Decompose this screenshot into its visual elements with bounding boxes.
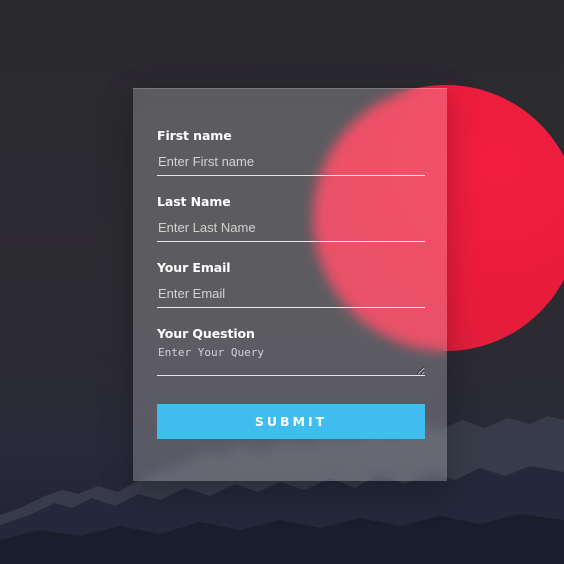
question-textarea[interactable] xyxy=(157,345,425,376)
first-name-label: First name xyxy=(157,128,232,143)
last-name-label: Last Name xyxy=(157,194,231,209)
last-name-input[interactable] xyxy=(157,214,425,242)
question-label: Your Question xyxy=(157,326,255,341)
email-input[interactable] xyxy=(157,280,425,308)
email-label: Your Email xyxy=(157,260,231,275)
submit-button[interactable]: SUBMIT xyxy=(157,404,425,439)
first-name-input[interactable] xyxy=(157,148,425,176)
